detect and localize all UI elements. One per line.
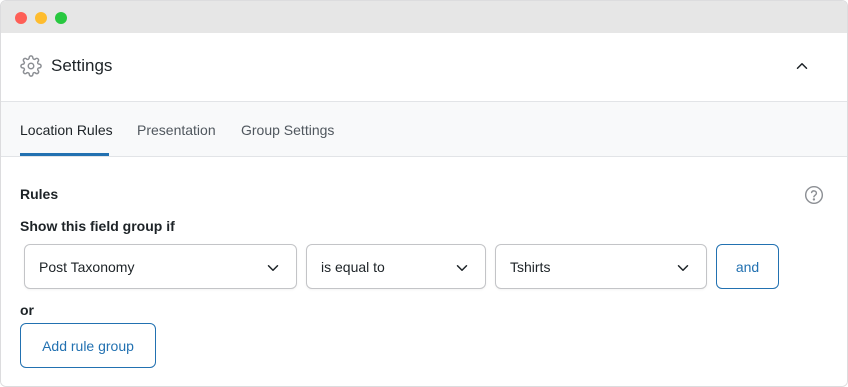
close-window-button[interactable] (15, 12, 27, 24)
rule-operator-select[interactable]: is equal to (306, 244, 486, 289)
chevron-down-icon (456, 265, 468, 271)
rule-operator-value: is equal to (321, 259, 385, 275)
window-titlebar (1, 1, 847, 33)
collapse-panel-button[interactable] (791, 55, 813, 77)
panel-title: Settings (51, 56, 113, 75)
tab-presentation[interactable]: Presentation (137, 121, 216, 139)
add-and-rule-button[interactable]: and (716, 244, 779, 289)
tab-group-settings[interactable]: Group Settings (241, 121, 334, 139)
active-tab-indicator (20, 153, 109, 156)
minimize-window-button[interactable] (35, 12, 47, 24)
condition-label: Show this field group if (20, 218, 175, 234)
rules-heading: Rules (20, 186, 59, 202)
settings-panel-header[interactable]: Settings (1, 33, 847, 102)
maximize-window-button[interactable] (55, 12, 67, 24)
rule-param-select[interactable]: Post Taxonomy (24, 244, 297, 289)
tab-location-rules[interactable]: Location Rules (20, 121, 113, 139)
add-rule-group-button[interactable]: Add rule group (20, 323, 156, 368)
app-window: Settings Location Rules Presentation Gro… (0, 0, 848, 387)
rule-value-select[interactable]: Tshirts (495, 244, 707, 289)
gear-icon (20, 55, 42, 77)
location-rules-content: Rules Show this field group if Post Taxo… (1, 157, 847, 386)
or-label: or (20, 302, 34, 318)
chevron-down-icon (677, 265, 689, 271)
chevron-down-icon (267, 265, 279, 271)
question-circle-icon[interactable] (804, 185, 824, 205)
settings-tabs: Location Rules Presentation Group Settin… (1, 102, 847, 157)
rule-value-value: Tshirts (510, 259, 551, 275)
rule-param-value: Post Taxonomy (39, 259, 135, 275)
chevron-up-icon (796, 63, 808, 69)
